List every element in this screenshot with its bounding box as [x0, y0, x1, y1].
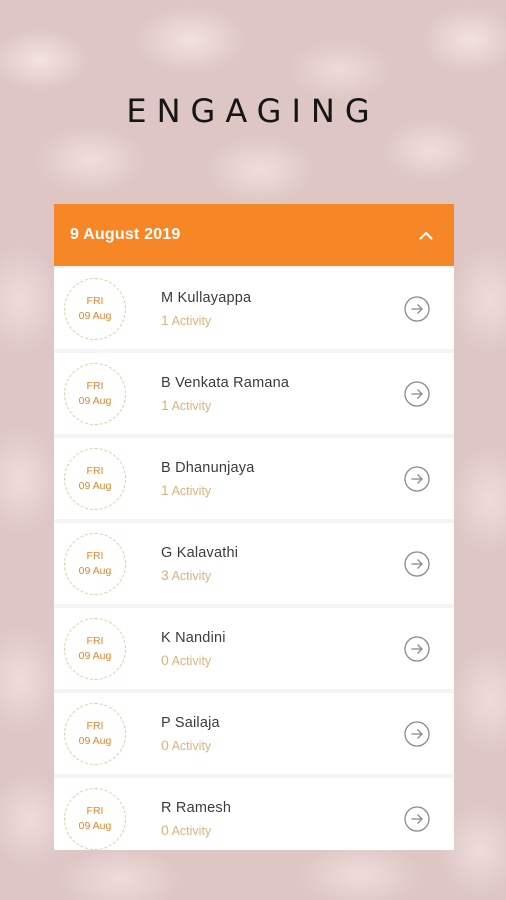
list-item[interactable]: FRI 09 Aug R Ramesh 0 Activity — [54, 778, 454, 850]
list-item[interactable]: FRI 09 Aug K Nandini 0 Activity — [54, 608, 454, 689]
date-badge: FRI 09 Aug — [64, 533, 126, 595]
activity-number: 3 — [161, 567, 169, 583]
member-list: FRI 09 Aug M Kullayappa 1 Activity FRI 0… — [54, 266, 454, 850]
activity-label: Activity — [171, 824, 212, 838]
app-title: ENGAGING — [126, 92, 380, 130]
list-item[interactable]: FRI 09 Aug P Sailaja 0 Activity — [54, 693, 454, 774]
member-name: B Venkata Ramana — [161, 375, 290, 391]
list-item[interactable]: FRI 09 Aug B Venkata Ramana 1 Activity — [54, 353, 454, 434]
chevron-up-icon[interactable] — [416, 225, 436, 245]
badge-date: 09 Aug — [78, 480, 112, 492]
activity-label: Activity — [171, 739, 212, 753]
activity-number: 0 — [161, 822, 169, 838]
activity-number: 1 — [161, 397, 169, 413]
arrow-right-circle-icon[interactable] — [404, 381, 430, 407]
badge-day: FRI — [86, 720, 104, 732]
activity-count: 0 Activity — [161, 822, 231, 838]
date-badge: FRI 09 Aug — [64, 363, 126, 425]
badge-day: FRI — [86, 380, 104, 392]
member-name: P Sailaja — [161, 715, 220, 731]
badge-day: FRI — [86, 805, 104, 817]
badge-day: FRI — [86, 635, 104, 647]
date-badge: FRI 09 Aug — [64, 448, 126, 510]
list-item[interactable]: FRI 09 Aug G Kalavathi 3 Activity — [54, 523, 454, 604]
activity-label: Activity — [171, 484, 212, 498]
date-badge: FRI 09 Aug — [64, 618, 126, 680]
arrow-right-circle-icon[interactable] — [404, 466, 430, 492]
activity-count: 1 Activity — [161, 397, 289, 413]
activity-count: 1 Activity — [161, 482, 255, 498]
arrow-right-circle-icon[interactable] — [404, 296, 430, 322]
activity-number: 0 — [161, 737, 169, 753]
date-group-panel: 9 August 2019 FRI 09 Aug M Kullayappa 1 … — [54, 204, 454, 850]
date-badge: FRI 09 Aug — [64, 703, 126, 765]
activity-label: Activity — [171, 569, 212, 583]
group-date: 9 August 2019 — [70, 226, 181, 243]
activity-label: Activity — [171, 314, 212, 328]
badge-day: FRI — [86, 295, 104, 307]
activity-label: Activity — [171, 654, 212, 668]
list-item[interactable]: FRI 09 Aug M Kullayappa 1 Activity — [54, 268, 454, 349]
badge-date: 09 Aug — [78, 395, 112, 407]
date-badge: FRI 09 Aug — [64, 278, 126, 340]
activity-count: 3 Activity — [161, 567, 238, 583]
member-name: M Kullayappa — [161, 290, 252, 306]
arrow-right-circle-icon[interactable] — [404, 551, 430, 577]
badge-day: FRI — [86, 550, 104, 562]
badge-date: 09 Aug — [78, 310, 112, 322]
arrow-right-circle-icon[interactable] — [404, 636, 430, 662]
date-group-header[interactable]: 9 August 2019 — [54, 204, 454, 266]
arrow-right-circle-icon[interactable] — [404, 721, 430, 747]
arrow-right-circle-icon[interactable] — [404, 806, 430, 832]
activity-number: 1 — [161, 312, 169, 328]
badge-date: 09 Aug — [78, 820, 112, 832]
member-name: R Ramesh — [161, 800, 232, 816]
badge-date: 09 Aug — [78, 735, 112, 747]
badge-day: FRI — [86, 465, 104, 477]
activity-count: 0 Activity — [161, 652, 226, 668]
activity-count: 0 Activity — [161, 737, 220, 753]
list-item[interactable]: FRI 09 Aug B Dhanunjaya 1 Activity — [54, 438, 454, 519]
activity-number: 1 — [161, 482, 169, 498]
activity-count: 1 Activity — [161, 312, 251, 328]
member-name: B Dhanunjaya — [161, 460, 255, 476]
badge-date: 09 Aug — [78, 650, 112, 662]
badge-date: 09 Aug — [78, 565, 112, 577]
activity-number: 0 — [161, 652, 169, 668]
member-name: G Kalavathi — [161, 545, 239, 561]
member-name: K Nandini — [161, 630, 226, 646]
activity-label: Activity — [171, 399, 212, 413]
date-badge: FRI 09 Aug — [64, 788, 126, 850]
